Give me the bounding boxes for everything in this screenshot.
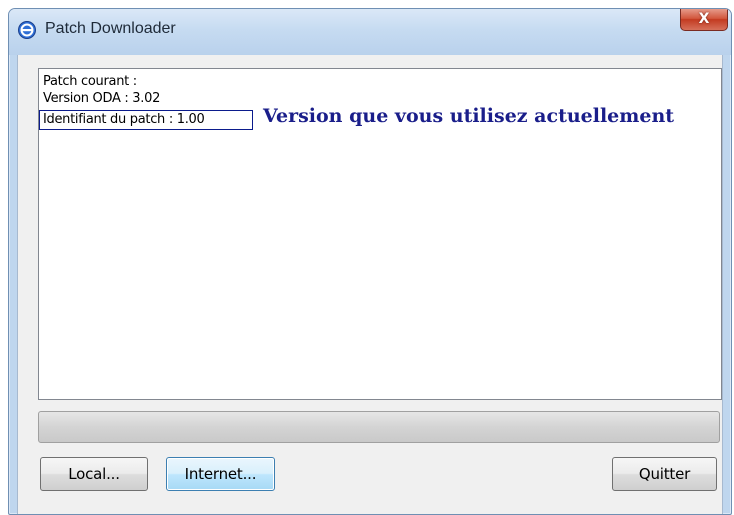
app-logo-icon — [18, 21, 36, 39]
patch-id-highlight-box — [39, 110, 253, 130]
internet-button[interactable]: Internet... — [166, 457, 275, 491]
oda-version-line: Version ODA : 3.02 — [43, 91, 161, 106]
patch-info-textarea[interactable]: Patch courant : Version ODA : 3.02 Ident… — [38, 68, 722, 400]
local-button[interactable]: Local... — [40, 457, 148, 491]
quit-button[interactable]: Quitter — [612, 457, 717, 491]
close-button[interactable]: X — [680, 9, 728, 31]
window-title: Patch Downloader — [45, 20, 176, 37]
current-patch-label: Patch courant : — [43, 74, 137, 89]
version-annotation: Version que vous utilisez actuellement — [263, 105, 675, 127]
download-progress-bar — [38, 411, 720, 443]
patch-downloader-window: Patch Downloader X Patch courant : Versi… — [8, 8, 732, 515]
title-bar[interactable]: Patch Downloader X — [9, 9, 731, 55]
close-icon: X — [698, 11, 710, 27]
client-area: Patch courant : Version ODA : 3.02 Ident… — [17, 55, 723, 514]
